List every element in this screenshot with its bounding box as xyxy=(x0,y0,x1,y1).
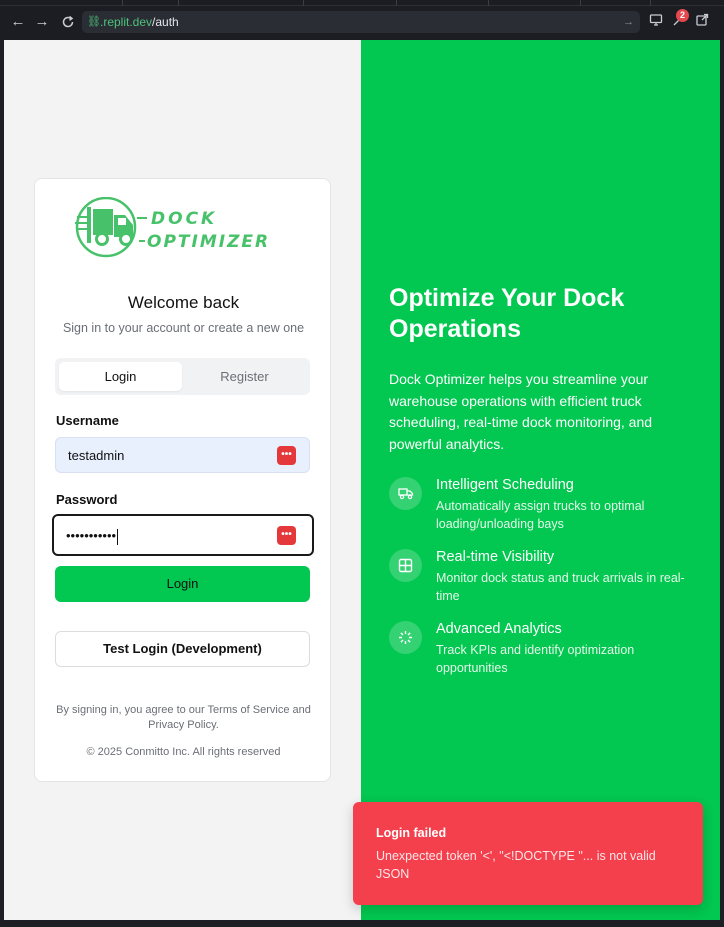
terms-notice: By signing in, you agree to our Terms of… xyxy=(56,704,311,731)
address-bar[interactable]: ⛓ .replit.dev/auth → xyxy=(82,11,640,33)
password-value: ••••••••••• xyxy=(66,528,117,543)
hero-title: Optimize Your Dock Operations xyxy=(389,284,625,343)
tab-strip xyxy=(0,0,724,6)
feature-item: Advanced Analytics Track KPIs and identi… xyxy=(389,621,699,681)
username-field[interactable]: testadmin ••• xyxy=(55,437,310,473)
welcome-heading: Welcome back xyxy=(127,293,240,312)
feature-description: Monitor dock status and truck arrivals i… xyxy=(436,571,685,603)
username-label: Username xyxy=(56,413,119,428)
hero-panel: Optimize Your Dock Operations Dock Optim… xyxy=(361,40,720,920)
feature-description: Track KPIs and identify optimization opp… xyxy=(436,643,635,675)
feature-title: Advanced Analytics xyxy=(436,621,562,637)
url-text: .replit.dev/auth xyxy=(100,15,179,29)
toast-message: Unexpected token '<', "<!DOCTYPE "... is… xyxy=(376,849,656,881)
svg-text:OPTIMIZER: OPTIMIZER xyxy=(147,232,270,252)
notification-badge: 2 xyxy=(676,9,689,22)
tab-register[interactable]: Register xyxy=(183,362,306,391)
link-icon: ⛓ xyxy=(87,16,101,28)
auth-page: DOCK OPTIMIZER Welcome back Sign in to y… xyxy=(4,40,720,920)
grid-icon xyxy=(389,549,422,582)
password-manager-icon[interactable]: ••• xyxy=(277,526,296,545)
browser-toolbar: ← → ⛓ .replit.dev/auth → 2 xyxy=(0,0,724,40)
external-link-icon[interactable] xyxy=(694,13,710,29)
reload-icon xyxy=(62,15,74,28)
feature-title: Real-time Visibility xyxy=(436,549,555,565)
arrow-right-icon: → xyxy=(34,13,50,30)
feature-item: Real-time Visibility Monitor dock status… xyxy=(389,549,699,609)
welcome-subtitle: Sign in to your account or create a new … xyxy=(62,321,305,335)
hero-description: Dock Optimizer helps you streamline your… xyxy=(389,371,653,452)
reload-button[interactable] xyxy=(58,12,78,32)
svg-text:DOCK: DOCK xyxy=(151,209,217,229)
text-caret xyxy=(117,528,119,545)
feature-item: Intelligent Scheduling Automatically ass… xyxy=(389,477,699,537)
forward-button[interactable]: → xyxy=(32,12,52,32)
auth-card: DOCK OPTIMIZER Welcome back Sign in to y… xyxy=(34,178,331,782)
username-value: testadmin xyxy=(68,448,125,463)
loader-icon xyxy=(389,621,422,654)
error-toast[interactable]: Login failed Unexpected token '<', "<!DO… xyxy=(353,802,703,905)
monitor-icon[interactable] xyxy=(648,13,664,29)
auth-tabs: Login Register xyxy=(55,358,310,395)
password-label: Password xyxy=(56,492,118,507)
password-manager-icon[interactable]: ••• xyxy=(277,446,296,465)
feature-title: Intelligent Scheduling xyxy=(436,477,574,493)
toast-title: Login failed xyxy=(376,826,447,840)
dock-optimizer-logo: DOCK OPTIMIZER xyxy=(75,196,295,261)
password-field[interactable]: ••••••••••• ••• xyxy=(52,514,314,556)
feature-description: Automatically assign trucks to optimal l… xyxy=(436,499,645,531)
truck-icon xyxy=(389,477,422,510)
test-login-button[interactable]: Test Login (Development) xyxy=(55,631,310,667)
tab-login[interactable]: Login xyxy=(59,362,182,391)
copyright-text: © 2025 Conmitto Inc. All rights reserved xyxy=(86,746,281,758)
go-arrow-icon[interactable]: → xyxy=(623,11,634,33)
back-button[interactable]: ← xyxy=(8,12,28,32)
arrow-left-icon: ← xyxy=(10,13,26,30)
login-button[interactable]: Login xyxy=(55,566,310,602)
